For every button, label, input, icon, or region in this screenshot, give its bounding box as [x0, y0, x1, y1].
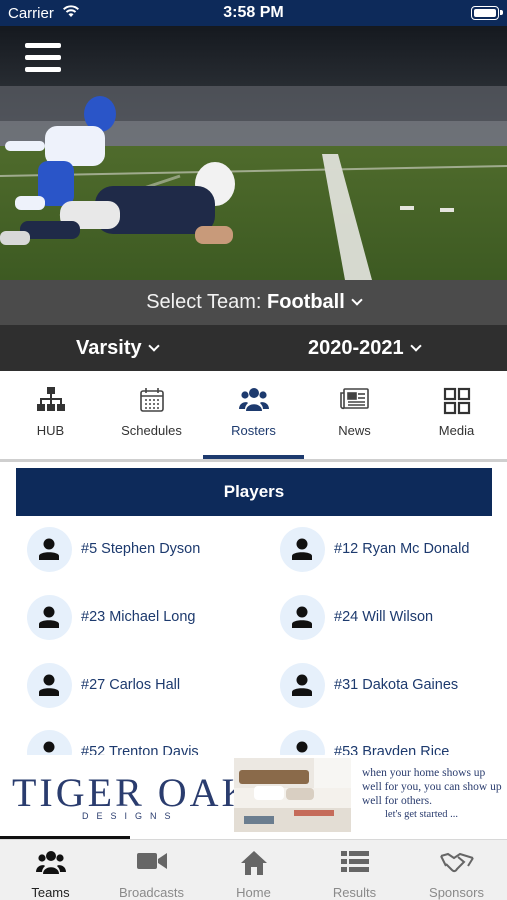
person-icon [292, 606, 312, 628]
tab-news[interactable]: News [304, 371, 405, 459]
player-name: #24 Will Wilson [334, 609, 434, 625]
person-icon [39, 606, 59, 628]
active-tab-indicator [203, 455, 304, 459]
players-header: Players [16, 468, 492, 516]
avatar [27, 595, 72, 640]
tab-label: Results [332, 885, 377, 900]
hamburger-menu-button[interactable] [25, 43, 61, 73]
tab-results[interactable]: Results [304, 840, 405, 900]
team-selector-value: Football [267, 291, 345, 313]
status-time: 3:58 PM [223, 4, 284, 21]
sitemap-icon [36, 387, 65, 411]
tab-broadcasts[interactable]: Broadcasts [101, 840, 202, 900]
person-icon [39, 538, 59, 560]
player-name: #31 Dakota Gaines [334, 677, 459, 693]
tab-label: Schedules [121, 423, 182, 438]
ad-bedroom-photo [234, 758, 351, 832]
player-item[interactable]: #12 Ryan Mc Donald [280, 527, 500, 575]
season-dropdown[interactable]: 2020-2021 [308, 337, 422, 360]
player-item[interactable]: #24 Will Wilson [280, 595, 500, 643]
ad-brand-subtitle: DESIGNS [82, 811, 179, 821]
home-icon [240, 851, 267, 875]
level-season-bar: Varsity 2020-2021 [0, 325, 507, 371]
tab-hub[interactable]: HUB [0, 371, 101, 459]
avatar [27, 527, 72, 572]
tab-label: Sponsors [429, 885, 484, 900]
player-name: #12 Ryan Mc Donald [334, 541, 470, 557]
tab-rosters[interactable]: Rosters [203, 371, 304, 459]
player-item[interactable]: #5 Stephen Dyson [27, 527, 257, 575]
chevron-down-icon [351, 294, 363, 306]
newspaper-icon [339, 388, 369, 410]
users-icon [35, 851, 66, 874]
hero-image [0, 26, 507, 280]
player-item[interactable]: #23 Michael Long [27, 595, 257, 643]
team-selector[interactable]: Select Team: Football [0, 280, 507, 325]
list-icon [340, 851, 369, 872]
player-item[interactable]: #27 Carlos Hall [27, 663, 257, 711]
tab-home[interactable]: Home [203, 840, 304, 900]
video-camera-icon [136, 853, 167, 869]
tab-label: News [338, 423, 371, 438]
player-name: #23 Michael Long [81, 609, 196, 625]
grid-icon [443, 387, 470, 415]
person-icon [292, 538, 312, 560]
section-tabs: HUB Schedules Rosters News Media [0, 371, 507, 459]
handshake-icon [439, 852, 474, 873]
player-name: #5 Stephen Dyson [81, 541, 201, 557]
tab-label: HUB [36, 423, 65, 438]
tab-label: Home [236, 885, 271, 900]
level-dropdown[interactable]: Varsity [76, 337, 160, 360]
tab-label: Broadcasts [118, 885, 185, 900]
person-icon [292, 674, 312, 696]
tab-label: Media [438, 423, 475, 438]
tab-label: Teams [31, 885, 70, 900]
player-name: #27 Carlos Hall [81, 677, 181, 693]
sponsor-ad-banner[interactable]: TIGER OAK DESIGNS when your home shows u… [0, 755, 507, 835]
users-icon [238, 388, 269, 411]
bottom-tab-bar: Teams Broadcasts Home Results Sponsors [0, 839, 507, 900]
ad-tagline: when your home shows up well for you, yo… [362, 767, 502, 807]
avatar [280, 595, 325, 640]
level-value: Varsity [76, 337, 142, 359]
person-icon [39, 674, 59, 696]
tab-media[interactable]: Media [406, 371, 507, 459]
team-selector-prefix: Select Team: [146, 291, 262, 313]
menu-line [25, 55, 61, 60]
tab-label: Rosters [231, 423, 276, 438]
avatar [280, 663, 325, 708]
section-divider [0, 459, 507, 462]
avatar [280, 527, 325, 572]
tab-teams[interactable]: Teams [0, 840, 101, 900]
battery-icon [471, 6, 503, 20]
season-value: 2020-2021 [308, 337, 404, 359]
menu-line [25, 43, 61, 48]
menu-line [25, 67, 61, 72]
ad-brand-logo: TIGER OAK [12, 770, 254, 815]
tab-sponsors[interactable]: Sponsors [406, 840, 507, 900]
avatar [27, 663, 72, 708]
player-item[interactable]: #31 Dakota Gaines [280, 663, 500, 711]
status-bar: Carrier 3:58 PM [0, 0, 507, 26]
ad-cta-link[interactable]: let's get started ... [385, 809, 458, 820]
chevron-down-icon [147, 340, 160, 352]
football-action-photo [0, 26, 507, 280]
calendar-icon [139, 388, 164, 412]
chevron-down-icon [409, 340, 422, 352]
tab-schedules[interactable]: Schedules [101, 371, 202, 459]
